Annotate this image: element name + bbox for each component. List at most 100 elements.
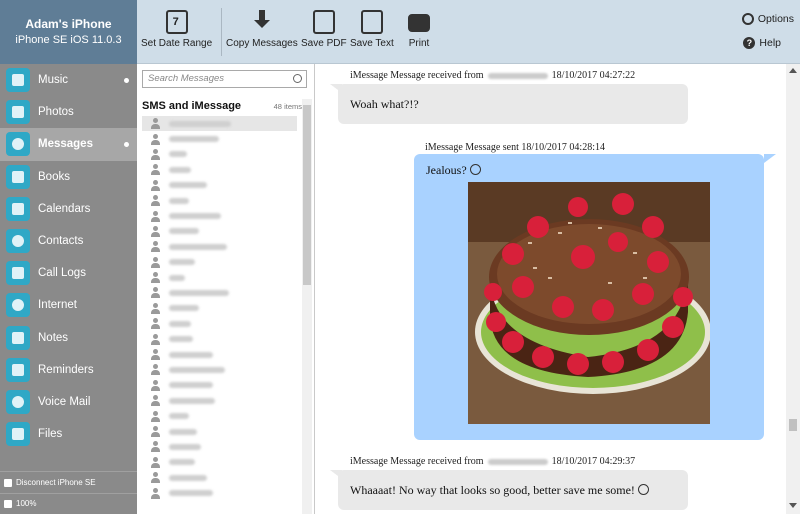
device-model: iPhone SE iOS 11.0.3: [15, 34, 122, 46]
message-text: Whaaaat! No way that looks so good, bett…: [350, 483, 635, 497]
sidebar-item-label: Reminders: [38, 363, 94, 376]
contact-list-item[interactable]: [142, 470, 297, 485]
contact-list-item[interactable]: [142, 147, 297, 162]
sidebar-item-internet[interactable]: Internet: [0, 289, 137, 321]
toolbar: 7 Set Date Range Copy Messages Save PDF …: [137, 0, 800, 64]
contact-list-item[interactable]: [142, 408, 297, 423]
bubble-tail: [764, 154, 776, 163]
sidebar: Adam's iPhone iPhone SE iOS 11.0.3 Music…: [0, 0, 137, 514]
person-icon: [151, 210, 160, 222]
sidebar-item-notes[interactable]: Notes: [0, 322, 137, 354]
thread-scrollbar[interactable]: [786, 64, 800, 514]
contact-list-item[interactable]: [142, 285, 297, 300]
calendar-icon: 7: [165, 10, 188, 34]
search-icon[interactable]: [293, 74, 302, 83]
sidebar-item-label: Files: [38, 428, 63, 441]
sidebar-item-label: Contacts: [38, 235, 84, 248]
save-text-label: Save Text: [350, 38, 394, 49]
contact-list-item[interactable]: [142, 193, 297, 208]
sidebar-item-books[interactable]: Books: [0, 161, 137, 193]
sidebar-item-music[interactable]: Music: [0, 64, 137, 96]
person-icon: [151, 333, 160, 345]
list-title: SMS and iMessage: [142, 100, 242, 112]
contact-list-item[interactable]: [142, 208, 297, 223]
attached-photo[interactable]: [468, 182, 710, 424]
battery-icon: [4, 499, 12, 508]
sidebar-item-label: Internet: [38, 299, 77, 312]
list-count: 48 items: [273, 102, 302, 111]
disconnect-button[interactable]: Disconnect iPhone SE: [0, 472, 137, 493]
thread-scroll-thumb[interactable]: [789, 419, 797, 431]
person-icon: [151, 148, 160, 160]
redacted-contact-name: [169, 120, 231, 127]
conversation-list: Search Messages SMS and iMessage 48 item…: [137, 64, 315, 514]
sidebar-item-files[interactable]: Files: [0, 418, 137, 450]
help-button[interactable]: ? Help: [743, 37, 781, 49]
sidebar-item-calendars[interactable]: Calendars: [0, 193, 137, 225]
contact-list-item[interactable]: [142, 347, 297, 362]
sidebar-footer: Disconnect iPhone SE 100%: [0, 471, 137, 514]
contact-list-item[interactable]: [142, 178, 297, 193]
messages-icon: [6, 132, 30, 157]
redacted-contact-name: [169, 136, 219, 143]
copy-messages-label: Copy Messages: [226, 38, 298, 49]
contact-list-item[interactable]: [142, 162, 297, 177]
copy-messages-button[interactable]: Copy Messages: [226, 10, 298, 49]
list-scrollbar[interactable]: [302, 99, 312, 514]
sidebar-item-reminders[interactable]: Reminders: [0, 354, 137, 386]
redacted-contact-name: [169, 336, 193, 343]
search-input[interactable]: Search Messages: [142, 70, 307, 88]
save-text-button[interactable]: Save Text: [350, 10, 394, 49]
person-icon: [151, 272, 160, 284]
sidebar-item-voice-mail[interactable]: Voice Mail: [0, 386, 137, 418]
files-icon: [6, 422, 30, 447]
contact-list-item[interactable]: [142, 455, 297, 470]
battery-label: 100%: [16, 499, 37, 508]
sidebar-item-messages[interactable]: Messages: [0, 128, 137, 161]
meta-time: 18/10/2017 04:27:22: [551, 70, 636, 81]
save-pdf-button[interactable]: Save PDF: [301, 10, 347, 49]
gear-icon: [741, 13, 754, 25]
contact-list-item[interactable]: [142, 331, 297, 346]
list-scroll-thumb[interactable]: [303, 105, 311, 285]
contact-list-item[interactable]: [142, 301, 297, 316]
person-icon: [151, 318, 160, 330]
person-icon: [151, 225, 160, 237]
contact-list-item[interactable]: [142, 239, 297, 254]
sidebar-item-photos[interactable]: Photos: [0, 96, 137, 128]
redacted-contact-name: [169, 459, 195, 466]
options-button[interactable]: Options: [741, 13, 794, 25]
printer-icon: [408, 14, 430, 32]
print-label: Print: [408, 38, 430, 49]
sidebar-item-contacts[interactable]: Contacts: [0, 225, 137, 257]
contact-list-item[interactable]: [142, 270, 297, 285]
contact-list-item[interactable]: [142, 393, 297, 408]
sidebar-item-call-logs[interactable]: Call Logs: [0, 257, 137, 289]
contact-list-item[interactable]: [142, 224, 297, 239]
calendar-day: 7: [172, 16, 179, 28]
contact-list-item[interactable]: [142, 131, 297, 146]
save-pdf-label: Save PDF: [301, 38, 347, 49]
contact-list-item[interactable]: [142, 424, 297, 439]
set-date-range-button[interactable]: 7 Set Date Range: [141, 10, 212, 49]
eject-icon: [4, 478, 12, 487]
contact-list-item[interactable]: [142, 255, 297, 270]
pdf-icon: [312, 10, 335, 34]
person-icon: [151, 256, 160, 268]
person-icon: [151, 364, 160, 376]
redacted-contact-name: [169, 197, 189, 204]
meta-prefix: iMessage Message received from: [350, 70, 484, 81]
contact-list-item[interactable]: [142, 116, 297, 132]
contact-list-item[interactable]: [142, 378, 297, 393]
contact-list-item[interactable]: [142, 362, 297, 377]
person-icon: [151, 395, 160, 407]
message-meta: iMessage Message received from 18/10/2017…: [350, 456, 635, 467]
person-icon: [151, 164, 160, 176]
scroll-up-arrow-icon[interactable]: [789, 68, 797, 73]
contact-list-item[interactable]: [142, 439, 297, 454]
redacted-contact-name: [169, 490, 213, 497]
print-button[interactable]: Print: [408, 10, 430, 49]
contact-list-item[interactable]: [142, 485, 297, 500]
scroll-down-arrow-icon[interactable]: [789, 503, 797, 508]
contact-list-item[interactable]: [142, 316, 297, 331]
